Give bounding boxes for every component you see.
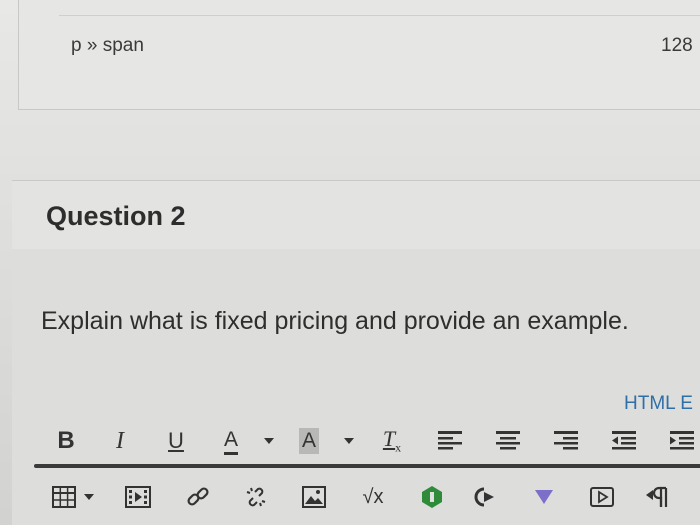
indent-button[interactable] [668, 424, 696, 458]
unlink-button[interactable] [242, 480, 270, 514]
background-color-button[interactable]: A [294, 424, 324, 458]
italic-label: I [116, 427, 124, 454]
math-label: √x [362, 485, 384, 508]
align-right-button[interactable] [552, 424, 580, 458]
font-color-label: A [223, 428, 238, 455]
unlink-icon [246, 487, 266, 507]
media-icon [125, 486, 151, 508]
editor-toolbar-row-1: B I U A A Tx [20, 420, 700, 464]
outdent-icon [612, 431, 636, 450]
align-left-icon [438, 431, 462, 450]
question-prompt: Explain what is fixed pricing and provid… [41, 307, 629, 335]
apps-icon [422, 486, 442, 508]
word-count: 128 [661, 35, 693, 56]
link-icon [187, 487, 209, 506]
align-center-icon [496, 431, 520, 450]
clear-format-sub: x [395, 440, 402, 455]
underline-label: U [168, 428, 184, 453]
background-color-chevron-down-icon[interactable] [344, 438, 354, 444]
editor-statusbar: p » span 128 [19, 23, 700, 69]
embed-button[interactable] [472, 480, 500, 514]
align-right-icon [554, 431, 578, 450]
font-color-chevron-down-icon[interactable] [264, 438, 274, 444]
media-button[interactable] [124, 480, 152, 514]
element-path[interactable]: p » span [71, 35, 144, 57]
editor-content-border [59, 15, 700, 16]
toolbar-divider [34, 464, 700, 468]
math-equation-button[interactable]: √x [356, 480, 390, 514]
dropdown-tool-button[interactable] [530, 480, 558, 514]
indent-icon [670, 431, 694, 450]
screen: p » span 128 Question 2 Explain what is … [0, 0, 700, 525]
table-button[interactable] [50, 480, 78, 514]
image-button[interactable] [300, 480, 328, 514]
clear-formatting-icon: Tx [383, 426, 401, 455]
video-icon [590, 487, 614, 507]
apps-button[interactable] [418, 480, 446, 514]
image-icon [302, 486, 326, 508]
previous-rich-text-editor: p » span 128 [18, 0, 700, 110]
link-button[interactable] [184, 480, 212, 514]
paragraph-direction-button[interactable] [644, 480, 674, 514]
paragraph-direction-icon [646, 486, 668, 507]
editor-toolbar-row-2: √x [20, 476, 700, 520]
clear-formatting-button[interactable]: Tx [376, 424, 408, 458]
outdent-button[interactable] [610, 424, 638, 458]
html-editor-link[interactable]: HTML E [624, 393, 693, 415]
dropdown-icon [535, 490, 553, 504]
table-icon [52, 486, 76, 508]
italic-button[interactable]: I [108, 424, 132, 458]
background-color-label: A [298, 428, 319, 454]
bold-button[interactable]: B [54, 424, 78, 458]
embed-icon [474, 487, 494, 507]
question-header: Question 2 [12, 180, 700, 250]
question-title: Question 2 [46, 201, 186, 231]
clear-format-letter: T [382, 426, 396, 452]
table-chevron-down-icon[interactable] [84, 494, 94, 500]
underline-button[interactable]: U [164, 424, 188, 458]
bold-label: B [57, 427, 75, 454]
align-left-button[interactable] [436, 424, 464, 458]
align-center-button[interactable] [494, 424, 522, 458]
video-button[interactable] [588, 480, 616, 514]
font-color-button[interactable]: A [218, 424, 244, 458]
